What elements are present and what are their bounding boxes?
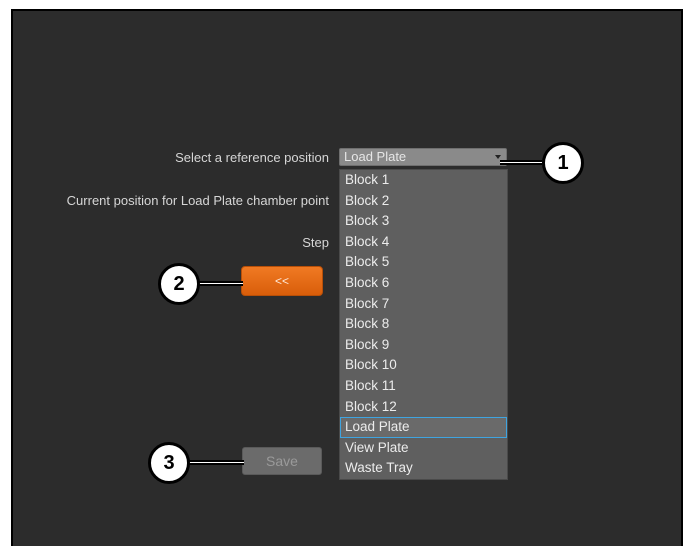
current-position-label: Current position for Load Plate chamber … (66, 193, 329, 208)
callout-marker-3: 3 (148, 442, 190, 484)
chevron-down-icon (495, 155, 501, 159)
dropdown-option[interactable]: View Plate (340, 438, 507, 459)
dropdown-option[interactable]: Block 5 (340, 252, 507, 273)
dropdown-option[interactable]: Block 6 (340, 273, 507, 294)
reference-position-label: Select a reference position (175, 150, 329, 165)
dropdown-option[interactable]: Block 10 (340, 355, 507, 376)
dropdown-option[interactable]: Block 11 (340, 376, 507, 397)
dropdown-option[interactable]: Block 2 (340, 191, 507, 212)
dropdown-option[interactable]: Block 8 (340, 314, 507, 335)
dropdown-option[interactable]: Block 3 (340, 211, 507, 232)
dropdown-option-selected[interactable]: Load Plate (340, 417, 507, 438)
callout-marker-1: 1 (542, 142, 584, 184)
callout-leader-3 (189, 460, 244, 465)
select-value: Load Plate (344, 149, 407, 164)
dropdown-option[interactable]: Waste Tray (340, 458, 507, 479)
dropdown-option[interactable]: Block 7 (340, 294, 507, 315)
dropdown-option[interactable]: Block 1 (340, 170, 507, 191)
callout-marker-2: 2 (158, 263, 200, 305)
dropdown-option[interactable]: Block 4 (340, 232, 507, 253)
reference-position-select[interactable]: Load Plate (339, 148, 507, 166)
reference-position-dropdown: Block 1 Block 2 Block 3 Block 4 Block 5 … (339, 169, 508, 480)
step-back-button[interactable]: << (241, 266, 323, 296)
save-button[interactable]: Save (242, 447, 322, 475)
step-label: Step (302, 235, 329, 250)
dropdown-option[interactable]: Block 9 (340, 335, 507, 356)
callout-leader-2 (199, 281, 243, 286)
callout-leader-1 (500, 160, 542, 165)
dropdown-option[interactable]: Block 12 (340, 397, 507, 418)
